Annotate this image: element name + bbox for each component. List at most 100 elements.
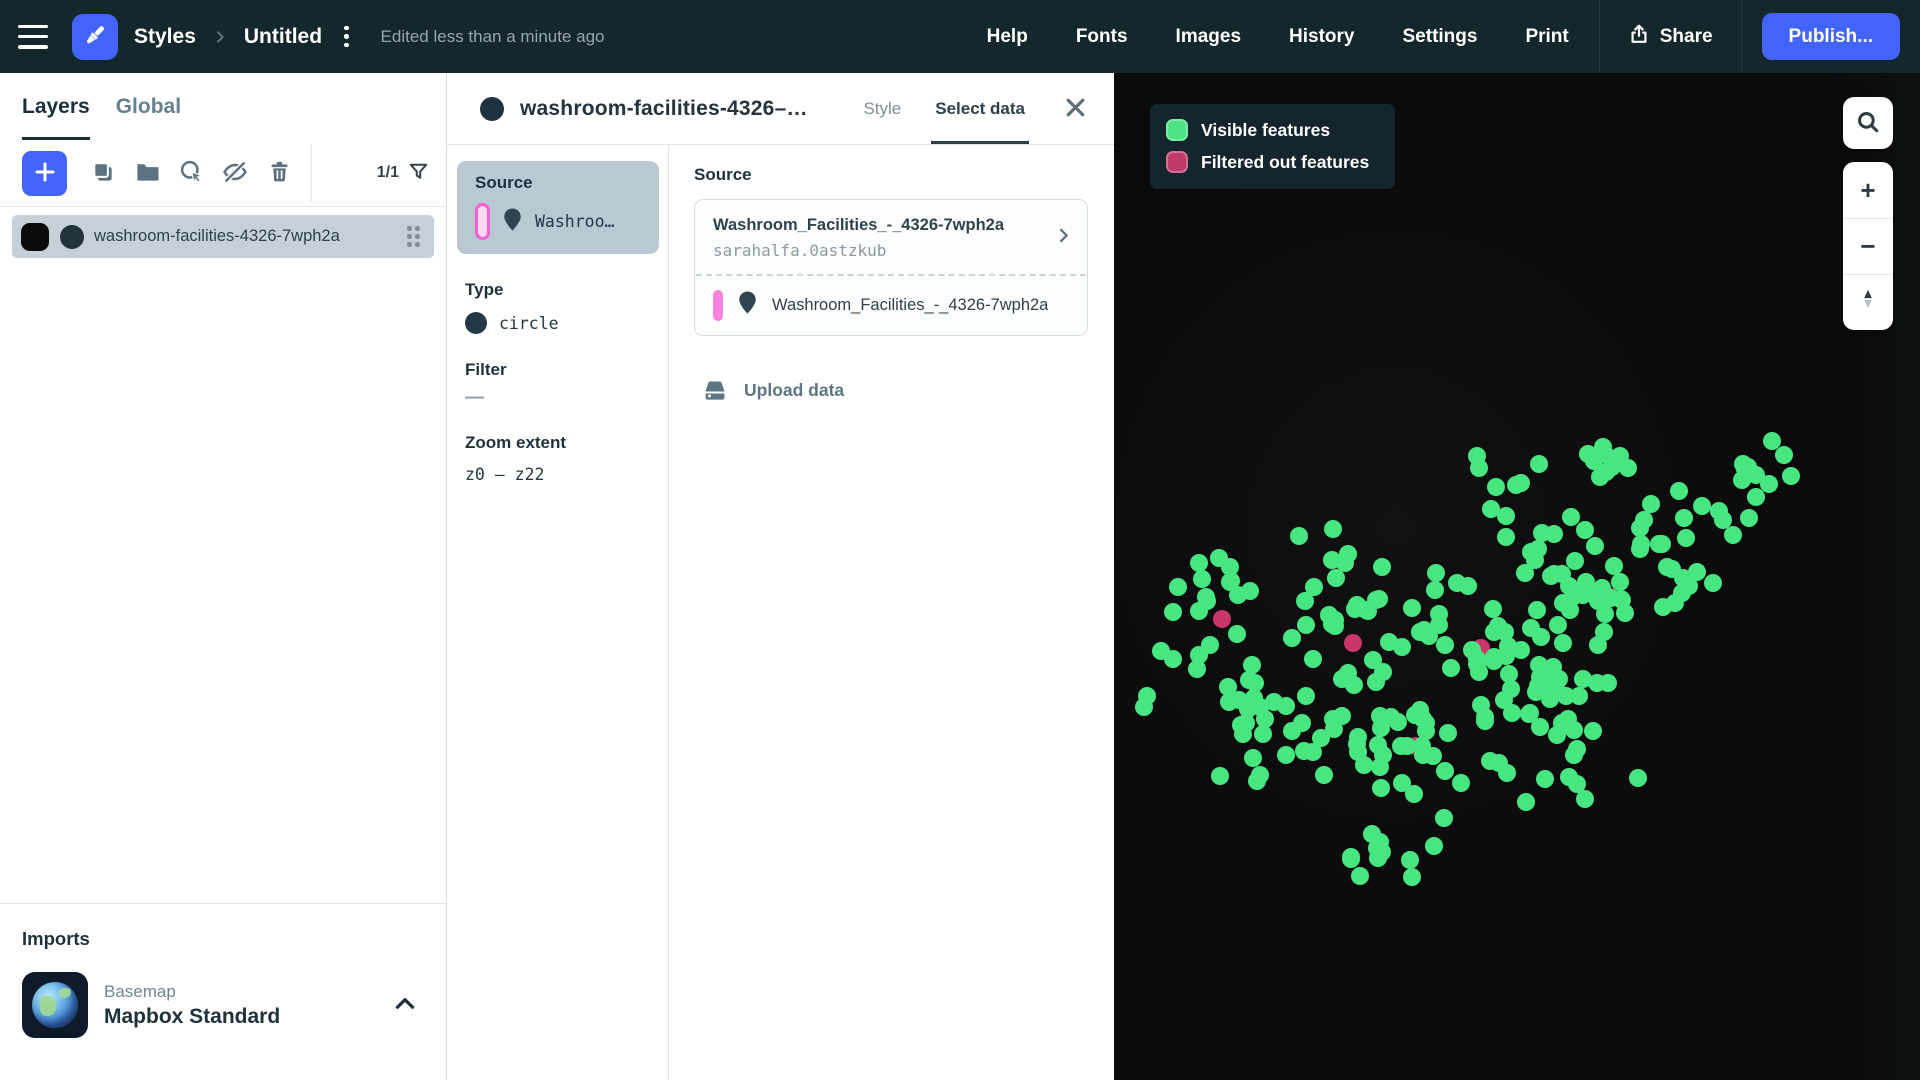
visible-feature-dot [1436,762,1454,780]
basemap-import-row[interactable]: Basemap Mapbox Standard [22,972,424,1038]
layer-row-selected[interactable]: washroom-facilities-4326-7wph2a [12,215,434,258]
style-options-kebab-icon[interactable] [338,22,355,52]
visible-feature-dot [1586,537,1604,555]
duplicate-layer-button[interactable] [84,153,122,193]
nav-history[interactable]: History [1265,0,1378,73]
visible-feature-dot [1405,785,1423,803]
mapbox-studio-logo[interactable] [72,14,118,60]
toggle-visibility-button[interactable] [216,153,254,193]
visible-feature-dot [1468,655,1486,673]
visible-feature-dot [1283,722,1301,740]
chevron-right-icon [1054,226,1073,250]
visible-feature-dot [1542,567,1560,585]
visible-feature-dot [1489,617,1507,635]
add-layer-button[interactable] [22,151,67,196]
visible-feature-dot [1417,714,1435,732]
zoom-out-button[interactable]: − [1843,218,1893,274]
hard-drive-upload-icon [700,374,730,407]
zoom-in-button[interactable]: + [1843,162,1893,218]
visible-feature-dot [1198,592,1216,610]
nav-images[interactable]: Images [1152,0,1265,73]
visible-feature-dot [1568,775,1586,793]
eye-off-icon [221,158,249,189]
source-layer-row[interactable]: Washroom_Facilities_-_4326-7wph2a [696,274,1086,335]
visible-features-swatch [1166,119,1188,141]
nav-print[interactable]: Print [1501,0,1592,73]
collapse-basemap-button[interactable] [386,985,424,1026]
map-search-button[interactable] [1843,97,1893,149]
visible-feature-dot [1541,690,1559,708]
breadcrumb-style-name[interactable]: Untitled [244,25,322,49]
visible-feature-dot [1439,724,1457,742]
visible-feature-dot [1650,535,1668,553]
visible-feature-dot [1476,708,1494,726]
menu-button[interactable] [18,25,48,49]
visible-feature-dot [1557,687,1575,705]
imports-section: Imports Basemap Mapbox Standard [0,903,446,1080]
visible-feature-dot [1532,628,1550,646]
visible-feature-dot [1277,746,1295,764]
upload-data-button[interactable]: Upload data [700,374,844,407]
topbar-divider [1741,0,1742,73]
zoom-extent-label: Zoom extent [465,433,659,453]
visible-feature-dot [1677,529,1695,547]
legend-label-filtered: Filtered out features [1201,152,1369,173]
circle-cursor-icon [178,158,205,188]
property-source-card[interactable]: Source Washroo… [457,161,659,254]
breadcrumb-styles[interactable]: Styles [134,25,196,49]
select-feature-button[interactable] [172,153,210,193]
nav-help[interactable]: Help [963,0,1052,73]
tab-style[interactable]: Style [863,73,901,144]
property-zoom-extent-section[interactable]: Zoom extent z0 — z22 [457,433,659,484]
tileset-name: Washroom_Facilities_-_4326-7wph2a [713,216,1054,235]
basemap-name: Mapbox Standard [104,1005,280,1029]
visible-feature-dot [1574,670,1592,688]
source-card: Washroom_Facilities_-_4326-7wph2a saraha… [694,199,1088,336]
visible-feature-dot [1541,671,1559,689]
visible-feature-dot [1673,584,1691,602]
share-icon [1628,23,1650,51]
close-editor-button[interactable] [1063,95,1088,123]
toolbar-divider [311,144,312,202]
share-button[interactable]: Share [1606,0,1735,73]
map-canvas[interactable]: Visible features Filtered out features +… [1114,73,1920,1080]
visible-feature-dot [1487,478,1505,496]
visible-feature-dot [1349,743,1367,761]
visible-feature-dot [1403,868,1421,886]
nav-settings[interactable]: Settings [1379,0,1502,73]
visible-feature-dot [1290,527,1308,545]
top-bar: Styles Untitled Edited less than a minut… [0,0,1920,73]
visible-feature-dot [1740,509,1758,527]
filter-layers-button[interactable] [407,160,430,186]
delete-layer-button[interactable] [260,153,298,193]
layers-global-tabs: Layers Global [0,73,446,140]
group-layers-button[interactable] [128,153,166,193]
visible-feature-dot [1632,535,1650,553]
tab-select-data[interactable]: Select data [935,73,1025,144]
tab-global[interactable]: Global [116,73,181,140]
visible-feature-dot [1693,497,1711,515]
share-label: Share [1660,26,1713,48]
drag-handle-icon[interactable] [403,222,424,251]
compass-button[interactable] [1843,274,1893,330]
visible-feature-dot [1724,526,1742,544]
visible-feature-dot [1169,578,1187,596]
property-type-section[interactable]: Type circle [457,280,659,334]
visible-feature-dot [1616,604,1634,622]
tab-layers[interactable]: Layers [22,73,90,140]
visible-feature-dot [1372,779,1390,797]
tileset-row[interactable]: Washroom_Facilities_-_4326-7wph2a saraha… [695,200,1087,274]
source-label: Source [475,173,643,193]
source-layer-name: Washroom_Facilities_-_4326-7wph2a [772,296,1048,315]
visible-feature-dot [1596,605,1614,623]
nav-fonts[interactable]: Fonts [1052,0,1152,73]
basemap-thumbnail [22,972,88,1038]
visible-feature-dot [1222,572,1240,590]
layer-name: washroom-facilities-4326-7wph2a [94,227,403,246]
publish-button[interactable]: Publish... [1762,13,1900,60]
compass-needle-icon [1857,287,1879,318]
property-filter-section[interactable]: Filter — [457,360,659,407]
feature-dot-layer [1114,73,1920,1080]
visible-feature-dot [1775,446,1793,464]
visible-feature-dot [1324,520,1342,538]
